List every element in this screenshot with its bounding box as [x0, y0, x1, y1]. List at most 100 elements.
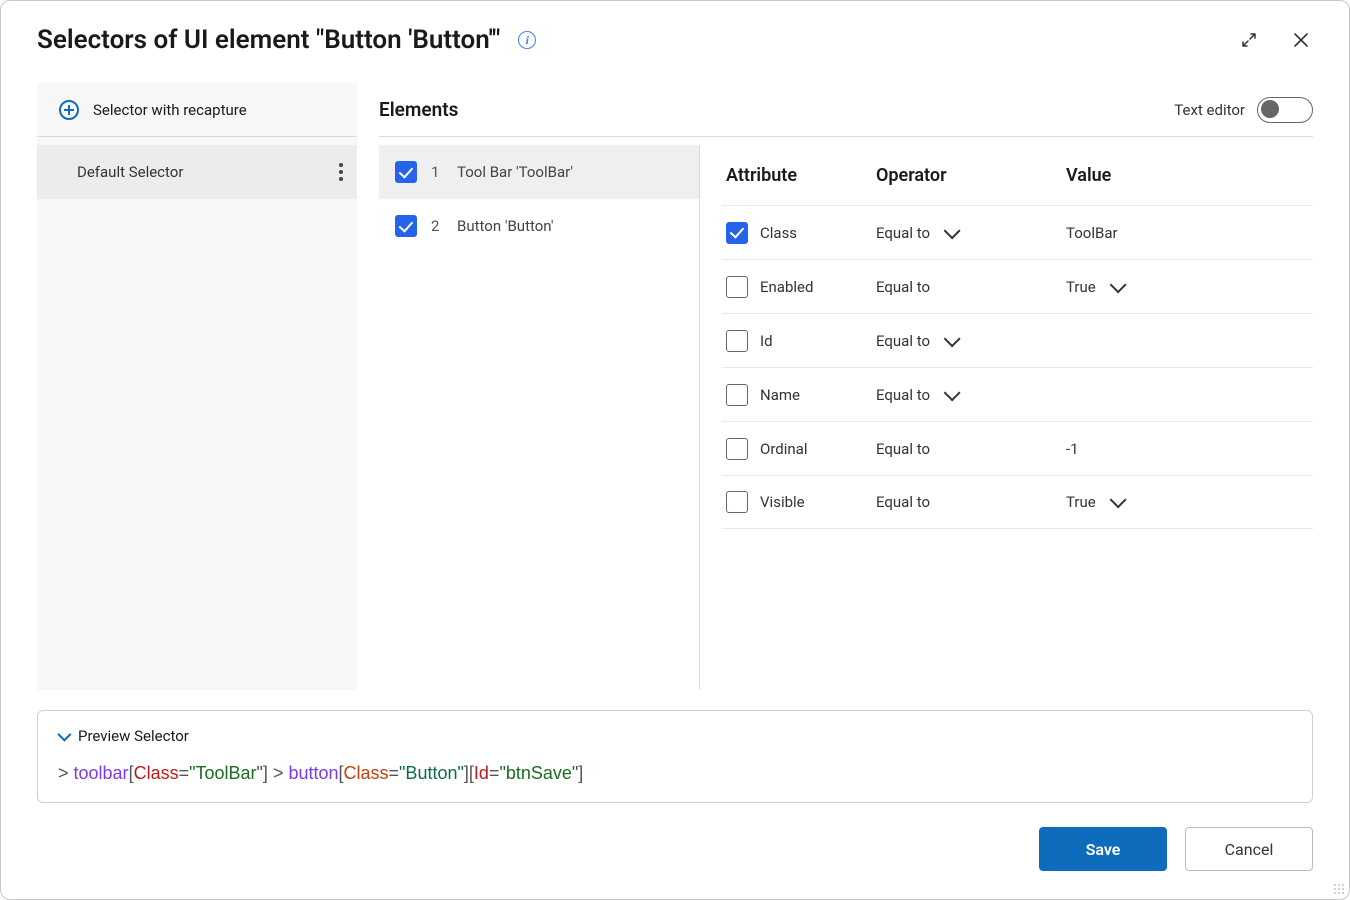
col-value: Value: [1066, 165, 1309, 186]
preview-toggle[interactable]: Preview Selector: [58, 727, 1292, 745]
chevron-down-icon: [944, 222, 961, 239]
value-cell[interactable]: ToolBar: [1066, 224, 1309, 242]
title-actions: [1237, 28, 1313, 52]
resize-grip-icon[interactable]: [1333, 883, 1345, 895]
attribute-row: Enabled Equal to True: [722, 259, 1313, 313]
close-icon[interactable]: [1289, 28, 1313, 52]
attribute-checkbox[interactable]: [726, 438, 748, 460]
element-index: 2: [431, 217, 443, 235]
attribute-name: Id: [760, 332, 773, 350]
attribute-checkbox[interactable]: [726, 276, 748, 298]
window-title: Selectors of UI element "Button 'Button'…: [37, 25, 500, 55]
code-token: toolbar: [74, 763, 129, 783]
chevron-down-icon: [57, 728, 71, 742]
elements-list: 1 Tool Bar 'ToolBar' 2 Button 'Button': [379, 145, 699, 690]
operator-value: Equal to: [876, 224, 930, 242]
selector-builder-window: Selectors of UI element "Button 'Button'…: [0, 0, 1350, 900]
chevron-down-icon: [1109, 276, 1126, 293]
main-panel: Elements Text editor 1 Tool Bar 'ToolBar'…: [379, 83, 1313, 690]
attribute-value: True: [1066, 493, 1096, 511]
attribute-checkbox[interactable]: [726, 384, 748, 406]
element-row[interactable]: 1 Tool Bar 'ToolBar': [379, 145, 699, 199]
attribute-checkbox[interactable]: [726, 330, 748, 352]
attribute-checkbox[interactable]: [726, 222, 748, 244]
attribute-value: True: [1066, 278, 1096, 296]
attribute-row: ClassEqual toToolBar: [722, 205, 1313, 259]
chevron-down-icon: [944, 330, 961, 347]
code-token: >: [58, 763, 74, 783]
text-editor-label: Text editor: [1174, 101, 1245, 119]
operator-value: Equal to: [876, 332, 930, 350]
titlebar: Selectors of UI element "Button 'Button'…: [1, 1, 1349, 65]
text-editor-toggle[interactable]: [1257, 97, 1313, 123]
attribute-row: Visible Equal to True: [722, 475, 1313, 529]
operator-dropdown[interactable]: Equal to: [876, 386, 1066, 404]
value-cell[interactable]: True: [1066, 278, 1309, 296]
operator-dropdown[interactable]: Equal to: [876, 493, 1066, 511]
element-index: 1: [431, 163, 443, 181]
preview-selector-panel: Preview Selector > toolbar[Class="ToolBa…: [37, 710, 1313, 803]
cancel-button[interactable]: Cancel: [1185, 827, 1313, 871]
attribute-checkbox[interactable]: [726, 491, 748, 513]
code-token: Class: [134, 763, 179, 783]
code-token: ]: [578, 763, 583, 783]
code-token: >: [268, 763, 289, 783]
attribute-name: Name: [760, 386, 800, 404]
operator-dropdown[interactable]: Equal to: [876, 278, 1066, 296]
add-selector-button[interactable]: Selector with recapture: [37, 83, 357, 137]
code-token: button: [288, 763, 338, 783]
attribute-row: Ordinal Equal to -1: [722, 421, 1313, 475]
operator-value: Equal to: [876, 386, 930, 404]
elements-heading: Elements: [379, 98, 458, 121]
value-cell[interactable]: -1: [1066, 440, 1309, 458]
attribute-row: Name Equal to: [722, 367, 1313, 421]
operator-dropdown[interactable]: Equal to: [876, 224, 1066, 242]
element-checkbox[interactable]: [395, 215, 417, 237]
cancel-button-label: Cancel: [1225, 840, 1274, 859]
save-button-label: Save: [1086, 840, 1121, 859]
body: Selector with recapture Default Selector…: [1, 65, 1349, 690]
operator-dropdown[interactable]: Equal to: [876, 332, 1066, 350]
save-button[interactable]: Save: [1039, 827, 1167, 871]
attributes-table: Attribute Operator Value ClassEqual toTo…: [722, 145, 1313, 529]
operator-dropdown[interactable]: Equal to: [876, 440, 1066, 458]
plus-circle-icon: [59, 100, 79, 120]
footer: Save Cancel: [1, 803, 1349, 899]
kebab-menu-icon[interactable]: [331, 155, 351, 189]
code-token: =: [179, 763, 190, 783]
operator-value: Equal to: [876, 440, 930, 458]
code-token: "btnSave": [499, 763, 578, 783]
code-token: =: [489, 763, 500, 783]
code-token: "ToolBar": [189, 763, 263, 783]
value-cell[interactable]: True: [1066, 493, 1309, 511]
element-label: Button 'Button': [457, 217, 553, 235]
chevron-down-icon: [944, 384, 961, 401]
col-attribute: Attribute: [726, 165, 876, 186]
code-token: Id: [474, 763, 489, 783]
sidebar-item-selector[interactable]: Default Selector: [37, 145, 357, 199]
attribute-row: Id Equal to: [722, 313, 1313, 367]
element-checkbox[interactable]: [395, 161, 417, 183]
sidebar-item-label: Default Selector: [77, 163, 183, 181]
columns: 1 Tool Bar 'ToolBar' 2 Button 'Button' Attr…: [379, 137, 1313, 690]
chevron-down-icon: [1109, 491, 1126, 508]
code-token: =: [389, 763, 400, 783]
main-header: Elements Text editor: [379, 83, 1313, 137]
element-label: Tool Bar 'ToolBar': [457, 163, 573, 181]
attribute-name: Visible: [760, 493, 805, 511]
preview-heading: Preview Selector: [78, 727, 189, 745]
toggle-knob: [1261, 100, 1279, 118]
selectors-sidebar: Selector with recapture Default Selector: [37, 83, 357, 690]
text-editor-toggle-group: Text editor: [1174, 97, 1313, 123]
operator-value: Equal to: [876, 278, 930, 296]
attribute-name: Ordinal: [760, 440, 807, 458]
attribute-value: -1: [1066, 440, 1079, 458]
info-icon[interactable]: i: [518, 31, 536, 49]
preview-code: > toolbar[Class="ToolBar"] > button[Clas…: [58, 763, 1292, 784]
attributes-panel: Attribute Operator Value ClassEqual toTo…: [699, 145, 1313, 690]
element-row[interactable]: 2 Button 'Button': [379, 199, 699, 253]
col-operator: Operator: [876, 165, 1066, 186]
attribute-name: Enabled: [760, 278, 813, 296]
expand-icon[interactable]: [1237, 28, 1261, 52]
operator-value: Equal to: [876, 493, 930, 511]
